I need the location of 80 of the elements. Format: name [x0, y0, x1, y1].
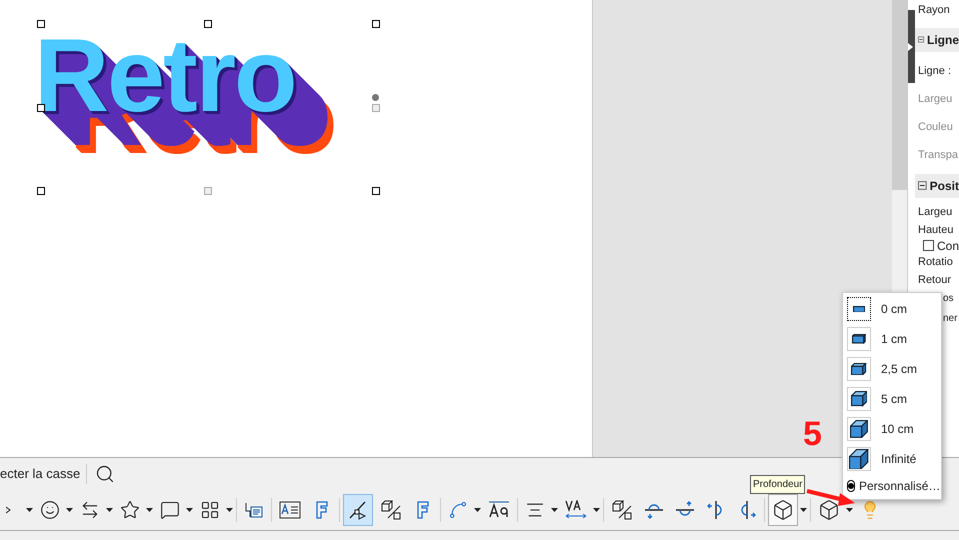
- text-frame-icon: [244, 501, 264, 519]
- property-label: Ligne :: [917, 64, 952, 78]
- caret-icon[interactable]: [551, 508, 558, 512]
- grid-icon: [200, 500, 220, 520]
- menu-item[interactable]: Infinité: [847, 447, 937, 471]
- menu-item[interactable]: 1 cm: [847, 327, 937, 351]
- selection-handle[interactable]: [372, 187, 380, 195]
- property-label: Transpa: [917, 148, 959, 162]
- property-label: Rotatio: [917, 254, 954, 268]
- section-title: Posit: [930, 178, 959, 194]
- caret-icon[interactable]: [106, 508, 113, 512]
- property-label: Largeu: [917, 92, 954, 106]
- smiley-icon: [40, 500, 60, 520]
- caret-icon[interactable]: [474, 508, 481, 512]
- selection-handle[interactable]: [372, 20, 380, 28]
- cube-icon: [772, 499, 794, 521]
- extrusion-toggle-icon: [611, 500, 633, 520]
- radio-button[interactable]: [847, 480, 855, 492]
- menu-item[interactable]: 10 cm: [847, 417, 937, 441]
- character-spacing-icon: [565, 500, 587, 520]
- property-label: Hauteu: [917, 222, 954, 236]
- callout-icon: [160, 500, 180, 520]
- text-box-icon: [279, 501, 301, 519]
- menu-item-label: 1 cm: [881, 331, 908, 348]
- menu-item-label: Infinité: [881, 451, 916, 468]
- rotation-handle[interactable]: [372, 94, 379, 101]
- caret-icon[interactable]: [800, 508, 807, 512]
- section-header[interactable]: Ligne: [915, 28, 959, 52]
- selection-handle[interactable]: [37, 187, 45, 195]
- property-label: Retour: [917, 272, 952, 286]
- caret-icon[interactable]: [146, 508, 153, 512]
- menu-item-label: 10 cm: [881, 421, 914, 438]
- checkbox[interactable]: [923, 240, 934, 251]
- selection-handle[interactable]: [204, 20, 212, 28]
- menu-item-label: 0 cm: [881, 301, 908, 318]
- cube-icon: [852, 306, 866, 312]
- caret-icon[interactable]: [593, 508, 600, 512]
- collapse-icon: [918, 35, 924, 44]
- menu-item[interactable]: 2,5 cm: [847, 357, 937, 381]
- extrusion-toggle-icon: [380, 500, 402, 520]
- property-label: Couleu: [917, 120, 954, 134]
- annotation-number: 5: [803, 417, 822, 451]
- caret-icon[interactable]: [186, 508, 193, 512]
- search-icon[interactable]: [95, 464, 116, 484]
- cube-icon: [850, 391, 868, 407]
- property-label: os: [942, 292, 955, 306]
- cube-icon: [818, 499, 840, 521]
- selection-handle[interactable]: [204, 187, 212, 195]
- selection-handle[interactable]: [372, 104, 380, 112]
- property-label: Rayon: [917, 3, 951, 18]
- caret-icon[interactable]: [226, 508, 233, 512]
- checkbox-label: Con: [936, 238, 959, 254]
- tooltip: Profondeur: [750, 475, 806, 494]
- menu-item[interactable]: 0 cm: [847, 297, 937, 321]
- cube-icon: [851, 362, 867, 376]
- collapse-icon: [918, 181, 927, 190]
- menu-item-label: 5 cm: [881, 391, 908, 408]
- cube-icon: [852, 334, 866, 344]
- selection-handle[interactable]: [37, 20, 45, 28]
- caret-icon[interactable]: [66, 508, 73, 512]
- sidebar-collapse-handle[interactable]: [908, 10, 915, 83]
- caret-icon[interactable]: [26, 508, 33, 512]
- toolbar-button[interactable]: ecter la casse: [0, 464, 88, 484]
- menu-item-label: 2,5 cm: [881, 361, 918, 378]
- fontwork-f-icon: [416, 501, 430, 519]
- annotation-arrow: [806, 488, 856, 508]
- star-icon: [120, 500, 140, 520]
- caret-icon[interactable]: [846, 508, 853, 512]
- same-height-icon: [488, 500, 510, 520]
- section-title: Ligne: [927, 32, 959, 48]
- property-label: ner: [942, 312, 958, 326]
- fontwork-f-icon: [315, 501, 329, 519]
- section-header[interactable]: Posit: [915, 174, 959, 198]
- double-arrow-icon: [80, 500, 100, 520]
- toolbar-button[interactable]: [768, 494, 798, 526]
- toolbar-button[interactable]: [343, 494, 373, 526]
- menu-item[interactable]: 5 cm: [847, 387, 937, 411]
- curve-icon: [448, 500, 468, 520]
- scrollbar-thumb[interactable]: [892, 0, 907, 190]
- property-label: Largeu: [917, 204, 954, 218]
